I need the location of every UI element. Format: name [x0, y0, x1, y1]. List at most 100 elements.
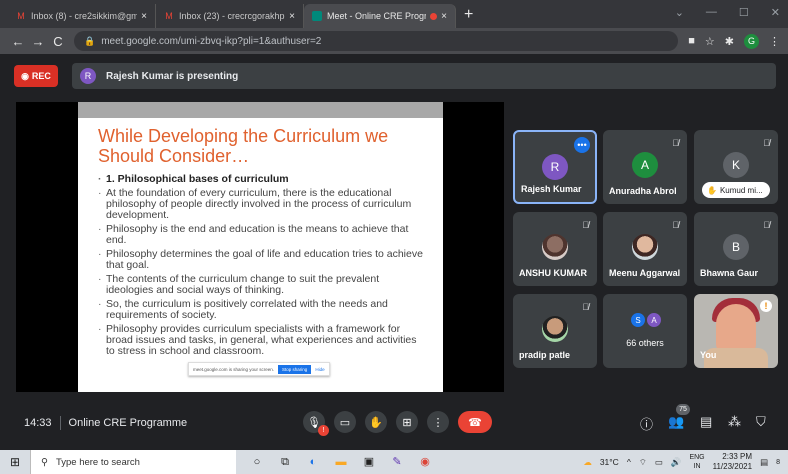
- info-icon[interactable]: ⓘ: [640, 414, 653, 433]
- warning-icon[interactable]: !: [760, 300, 772, 312]
- volume-icon[interactable]: 🔊: [671, 457, 682, 468]
- participant-photo: [542, 234, 568, 260]
- chat-icon[interactable]: ▤: [700, 414, 712, 430]
- browser-toolbar: ← → C 🔒 meet.google.com/umi-zbvq-ikp?pli…: [0, 28, 788, 54]
- present-button[interactable]: ⊞: [396, 411, 418, 433]
- language-indicator[interactable]: ENG IN: [689, 453, 704, 471]
- hide-button[interactable]: Hide: [315, 367, 324, 372]
- participant-name: Meenu Aggarwal: [609, 268, 681, 278]
- more-options-icon[interactable]: •••: [574, 137, 590, 153]
- tab-title: Inbox (8) - cre2sikkim@gmail.co: [31, 11, 138, 21]
- reload-icon[interactable]: C: [48, 34, 68, 49]
- meet-icon: [312, 11, 322, 21]
- windows-taskbar: ⊞ ⚲ Type here to search ○ ⧉ ◐ ▬ ▣ ✎ ◉ ☁ …: [0, 450, 788, 474]
- taskbar-clock[interactable]: 2:33 PM 11/23/2021: [713, 452, 752, 472]
- tab-gmail-2[interactable]: M Inbox (23) - crecrcgorakhpur202 ×: [156, 4, 304, 28]
- camera-icon[interactable]: ■: [688, 35, 695, 47]
- address-bar[interactable]: 🔒 meet.google.com/umi-zbvq-ikp?pli=1&aut…: [74, 31, 679, 51]
- slide-bullet: Philosophy determines the goal of life a…: [98, 249, 423, 271]
- self-view-tile[interactable]: ! You: [694, 294, 778, 368]
- chevron-up-icon[interactable]: ^: [627, 457, 631, 467]
- participant-tile[interactable]: ••• R Rajesh Kumar: [513, 130, 597, 204]
- participant-tile[interactable]: 🎙̸ Meenu Aggarwal: [603, 212, 687, 286]
- clock-time: 2:33 PM: [722, 452, 753, 461]
- tab-title: Meet - Online CRE Programm: [327, 11, 427, 21]
- close-window-icon[interactable]: ✕: [771, 6, 780, 19]
- edge-icon[interactable]: ◐: [306, 455, 320, 469]
- lang-top: ENG: [689, 454, 705, 461]
- pinned-apps: ○ ⧉ ◐ ▬ ▣ ✎ ◉: [250, 455, 432, 469]
- network-icon[interactable]: ⌔: [639, 457, 647, 468]
- gmail-icon: M: [17, 11, 25, 21]
- participant-tile[interactable]: 🎙̸ pradip patle: [513, 294, 597, 368]
- cortana-icon[interactable]: ○: [250, 455, 264, 469]
- gmail-icon: M: [165, 11, 173, 21]
- slide-bullet: So, the curriculum is positively correla…: [98, 299, 423, 321]
- participant-name: pradip patle: [519, 350, 571, 360]
- mic-off-icon: 🎙̸: [763, 220, 770, 230]
- stop-sharing-button[interactable]: Stop sharing: [278, 364, 312, 374]
- close-icon[interactable]: ×: [289, 11, 295, 22]
- participant-tile[interactable]: 🎙̸ B Bhawna Gaur: [694, 212, 778, 286]
- mic-off-icon: 🎙̸: [672, 220, 679, 230]
- slide-bullets: 1. Philosophical bases of curriculum At …: [78, 166, 443, 357]
- task-view-icon[interactable]: ⧉: [278, 455, 292, 469]
- windows-start-icon[interactable]: ⊞: [0, 455, 30, 469]
- participant-name: Anuradha Abrol: [609, 186, 677, 196]
- minimize-icon[interactable]: —: [706, 6, 717, 19]
- close-icon[interactable]: ×: [141, 11, 147, 22]
- kebab-menu-icon: ⋮: [432, 416, 444, 429]
- weather-temp[interactable]: 31°C: [600, 457, 619, 467]
- chrome-icon[interactable]: ◉: [418, 455, 432, 469]
- back-icon[interactable]: ←: [8, 34, 28, 49]
- notification-count: 8: [776, 458, 780, 466]
- mic-off-icon: 🎙̸: [672, 138, 679, 148]
- browser-tabstrip: M Inbox (8) - cre2sikkim@gmail.co × M In…: [0, 0, 788, 28]
- battery-icon[interactable]: ▭: [655, 457, 663, 468]
- mic-alert-icon: !: [318, 425, 329, 436]
- slide-bullet: 1. Philosophical bases of curriculum: [98, 174, 423, 186]
- kebab-menu-icon[interactable]: ⋮: [769, 35, 780, 48]
- star-icon[interactable]: ☆: [705, 35, 715, 48]
- taskbar-search[interactable]: ⚲ Type here to search: [30, 450, 236, 474]
- mic-off-icon: 🎙̸: [763, 138, 770, 148]
- activities-icon[interactable]: ⁂: [728, 414, 741, 430]
- store-icon[interactable]: ▣: [362, 455, 376, 469]
- maximize-icon[interactable]: ☐: [739, 6, 749, 19]
- tab-gmail-1[interactable]: M Inbox (8) - cre2sikkim@gmail.co ×: [8, 4, 156, 28]
- hand-icon: ✋: [369, 416, 383, 429]
- mic-button[interactable]: 🎙 !: [303, 411, 329, 436]
- mic-off-icon: 🎙̸: [582, 220, 589, 230]
- slide-header-bar: [78, 102, 443, 118]
- notification-icon[interactable]: ▤: [760, 457, 768, 468]
- tab-meet[interactable]: Meet - Online CRE Programm ×: [304, 4, 456, 28]
- others-tile[interactable]: S A 66 others: [603, 294, 687, 368]
- participant-tile[interactable]: 🎙̸ K ✋ Kumud mi...: [694, 130, 778, 204]
- puzzle-icon[interactable]: ✱: [725, 35, 734, 48]
- participant-tile[interactable]: 🎙̸ ANSHU KUMAR: [513, 212, 597, 286]
- profile-avatar[interactable]: G: [744, 33, 759, 49]
- chevron-down-icon[interactable]: ⌄: [675, 6, 684, 19]
- url-text: meet.google.com/umi-zbvq-ikp?pli=1&authu…: [101, 35, 322, 47]
- participant-avatar: B: [723, 234, 749, 260]
- participant-tile[interactable]: 🎙̸ A Anuradha Abrol: [603, 130, 687, 204]
- record-icon: ◉: [21, 70, 29, 81]
- new-tab-button[interactable]: +: [464, 6, 473, 24]
- host-controls-icon[interactable]: ⛉: [756, 414, 766, 430]
- presenting-text: Rajesh Kumar is presenting: [106, 70, 239, 82]
- slide-bullet: At the foundation of every curriculum, t…: [98, 188, 423, 221]
- participant-avatar: A: [646, 312, 662, 328]
- close-icon[interactable]: ×: [441, 11, 447, 22]
- participant-name: Bhawna Gaur: [700, 268, 759, 278]
- more-options-button[interactable]: ⋮: [427, 411, 449, 433]
- camera-button[interactable]: ▭: [334, 411, 356, 433]
- leave-call-button[interactable]: ☎: [458, 411, 492, 433]
- people-icon[interactable]: 👥: [668, 414, 684, 430]
- file-explorer-icon[interactable]: ▬: [334, 455, 348, 469]
- raise-hand-button[interactable]: ✋: [365, 411, 387, 433]
- pen-app-icon[interactable]: ✎: [390, 455, 404, 469]
- forward-icon[interactable]: →: [28, 34, 48, 49]
- participant-photo: [542, 316, 568, 342]
- divider: [59, 416, 61, 430]
- weather-icon: ☁: [583, 456, 592, 467]
